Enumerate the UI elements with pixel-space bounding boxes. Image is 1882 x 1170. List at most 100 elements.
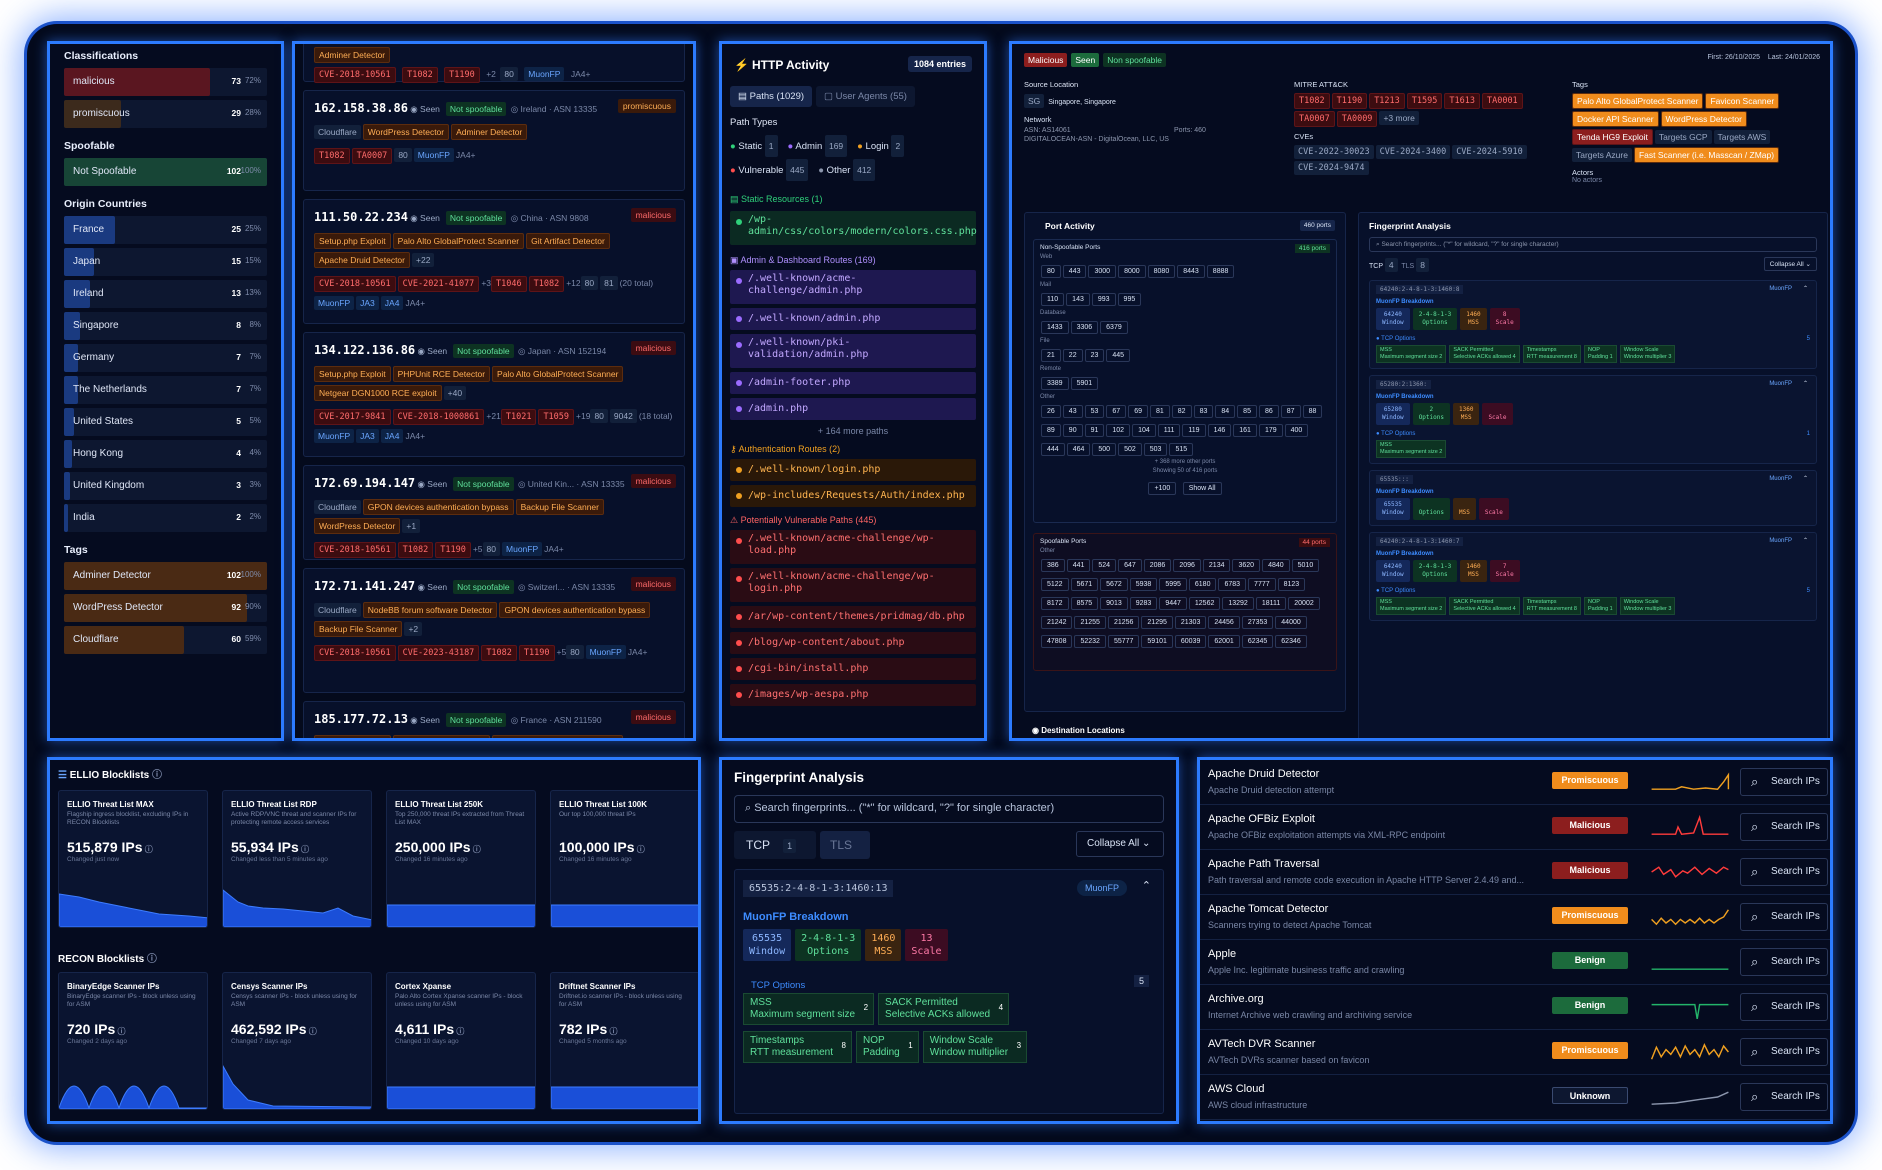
ttp-chip[interactable]: T1190: [444, 67, 480, 83]
path-item[interactable]: /admin.php: [730, 398, 976, 420]
ttp-chip[interactable]: T1059: [538, 409, 575, 425]
ttp-chip[interactable]: TA0007: [351, 148, 393, 164]
summary-row[interactable]: France 25 25%: [64, 216, 267, 244]
port-button[interactable]: 84: [1215, 405, 1236, 418]
tag-chip[interactable]: Backup File Scanner: [515, 499, 604, 515]
blocklist-card[interactable]: ELLIO Threat List 100K Our top 100,000 th…: [550, 790, 698, 928]
cve-chip[interactable]: CVE-2023-43187: [397, 645, 480, 661]
cve-chip[interactable]: CVE-2018-1000861: [392, 409, 485, 425]
port-button[interactable]: 161: [1233, 424, 1257, 437]
port-button[interactable]: 21256: [1107, 616, 1140, 629]
ip-card[interactable]: 134.122.136.86 ◉ Seen Not spoofable ◎ Jap…: [303, 332, 685, 457]
fp-mini-muon[interactable]: MuonFP: [1769, 538, 1792, 544]
cve-chip[interactable]: CVE-2018-10561: [314, 542, 396, 558]
port-button[interactable]: 102: [1106, 424, 1131, 437]
port-button[interactable]: 91: [1084, 424, 1105, 437]
port-button[interactable]: 24456: [1208, 616, 1240, 629]
tag-chip[interactable]: +2: [404, 622, 423, 636]
port-button[interactable]: 464: [1066, 443, 1091, 456]
tag-chip[interactable]: GPON devices authentication bypass: [362, 499, 514, 515]
port-button[interactable]: 2096: [1173, 559, 1201, 572]
cve-chip[interactable]: +21: [486, 411, 500, 421]
port-button[interactable]: 995: [1117, 293, 1142, 306]
port-button[interactable]: 445: [1106, 349, 1131, 362]
port-button[interactable]: 80: [1041, 265, 1061, 278]
path-item[interactable]: /blog/wp-content/about.php: [730, 632, 976, 654]
port-button[interactable]: 5901: [1070, 377, 1099, 390]
path-type[interactable]: ● Other 412: [818, 158, 877, 182]
port-button[interactable]: 67: [1106, 405, 1127, 418]
port-button[interactable]: 8575: [1070, 597, 1099, 610]
port-button[interactable]: 62001: [1208, 635, 1240, 648]
port-button[interactable]: 8000: [1118, 265, 1146, 278]
tag-chip[interactable]: Setup.php Exploit: [314, 735, 391, 738]
port-button[interactable]: 7777: [1248, 578, 1276, 591]
mitre-chip[interactable]: TA0007: [1294, 111, 1335, 127]
path-item[interactable]: /.well-known/acme-challenge/wp-login.php: [730, 568, 976, 602]
port-button[interactable]: 82: [1171, 405, 1192, 418]
port-button[interactable]: 5995: [1159, 578, 1187, 591]
ip-address[interactable]: 162.158.38.86: [314, 101, 408, 115]
tag-chip[interactable]: Setup.php Exploit: [314, 366, 391, 382]
tag-row[interactable]: AVTech DVR Scanner AVTech DVRs scanner ba…: [1200, 1030, 1830, 1075]
ttp-chip[interactable]: +5: [473, 544, 483, 554]
ttp-chip[interactable]: +19: [576, 411, 590, 421]
ttp-chip[interactable]: T1082: [481, 645, 517, 661]
port-button[interactable]: 13292: [1222, 597, 1254, 610]
path-type[interactable]: ● Admin 169: [788, 134, 850, 158]
chevron-up-icon[interactable]: ⌃: [1803, 380, 1808, 387]
path-item[interactable]: /.well-known/admin.php: [730, 308, 976, 330]
blocklist-card[interactable]: BinaryEdge Scanner IPs BinaryEdge scanner…: [58, 972, 208, 1110]
port-button[interactable]: 1433: [1041, 321, 1069, 334]
summary-row[interactable]: WordPress Detector 92 90%: [64, 594, 267, 622]
cve-chip[interactable]: CVE-2024-5910: [1452, 145, 1527, 159]
port-button[interactable]: 3620: [1232, 559, 1261, 572]
plus-100-button[interactable]: +100: [1148, 482, 1177, 495]
path-type[interactable]: ● Static 1: [730, 134, 780, 158]
search-ips-button[interactable]: ⌕ Search IPs: [1740, 1083, 1828, 1111]
ip-address[interactable]: 134.122.136.86: [314, 343, 415, 357]
chevron-up-icon[interactable]: ⌃: [1803, 475, 1808, 482]
port-button[interactable]: 5672: [1100, 578, 1128, 591]
port-button[interactable]: 47808: [1041, 635, 1073, 648]
port-button[interactable]: 43: [1062, 405, 1083, 418]
path-item[interactable]: /wp-includes/Requests/Auth/index.php: [730, 485, 976, 507]
port-button[interactable]: 8123: [1277, 578, 1306, 591]
tag-row[interactable]: Apache Tomcat Detector Scanners trying to…: [1200, 895, 1830, 940]
port-button[interactable]: 22: [1062, 349, 1083, 362]
ttp-chip[interactable]: T1021: [500, 409, 537, 425]
ttp-chip[interactable]: T1190: [435, 542, 471, 558]
cve-chip[interactable]: CVE-2022-30023: [1294, 145, 1374, 159]
muonfp-chip[interactable]: MuonFP: [502, 542, 543, 556]
tag-chip[interactable]: +40: [443, 386, 467, 400]
ip-card[interactable]: 185.177.72.13 ◉ Seen Not spoofable ◎ Fran…: [303, 701, 685, 738]
port-button[interactable]: 23: [1084, 349, 1105, 362]
port-button[interactable]: 119: [1182, 424, 1206, 437]
tab-paths[interactable]: ▤ Paths (1029): [730, 86, 813, 107]
summary-row[interactable]: Japan 15 15%: [64, 248, 267, 276]
muonfp-chip[interactable]: MuonFP: [524, 67, 565, 81]
detail-tag-chip[interactable]: Favicon Scanner: [1705, 93, 1780, 109]
blocklist-card[interactable]: ELLIO Threat List 250K Top 250,000 threat…: [386, 790, 536, 928]
port-button[interactable]: 9013: [1100, 597, 1128, 610]
port-button[interactable]: 85: [1237, 405, 1257, 418]
ttp-chip[interactable]: T1082: [528, 276, 565, 292]
ip-card-partial[interactable]: Adminer Detector CVE-2018-10561 T1082 T1…: [303, 44, 685, 83]
port-button[interactable]: 69: [1128, 405, 1148, 418]
port-button[interactable]: 21303: [1174, 616, 1207, 629]
ttp-chip[interactable]: T1046: [491, 276, 527, 292]
path-item[interactable]: /.well-known/login.php: [730, 459, 976, 481]
port-button[interactable]: 62346: [1275, 635, 1307, 648]
port-button[interactable]: 2134: [1202, 559, 1231, 572]
fp-mini-tcp-tab[interactable]: TCP 4: [1369, 258, 1400, 272]
path-item[interactable]: /images/wp-aespa.php: [730, 684, 976, 706]
port-button[interactable]: 515: [1169, 443, 1194, 456]
port-button[interactable]: 500: [1092, 443, 1117, 456]
port-button[interactable]: 6379: [1100, 321, 1128, 334]
summary-row[interactable]: Hong Kong 4 4%: [64, 440, 267, 468]
tag-row[interactable]: Apache Path Traversal Path traversal and …: [1200, 850, 1830, 895]
summary-row[interactable]: Not Spoofable 102 100%: [64, 158, 267, 186]
muonfp-chip[interactable]: MuonFP: [413, 148, 454, 162]
blocklist-card[interactable]: ELLIO Threat List MAX Flagship ingress bl…: [58, 790, 208, 928]
cve-chip[interactable]: CVE-2018-10561: [314, 645, 396, 661]
